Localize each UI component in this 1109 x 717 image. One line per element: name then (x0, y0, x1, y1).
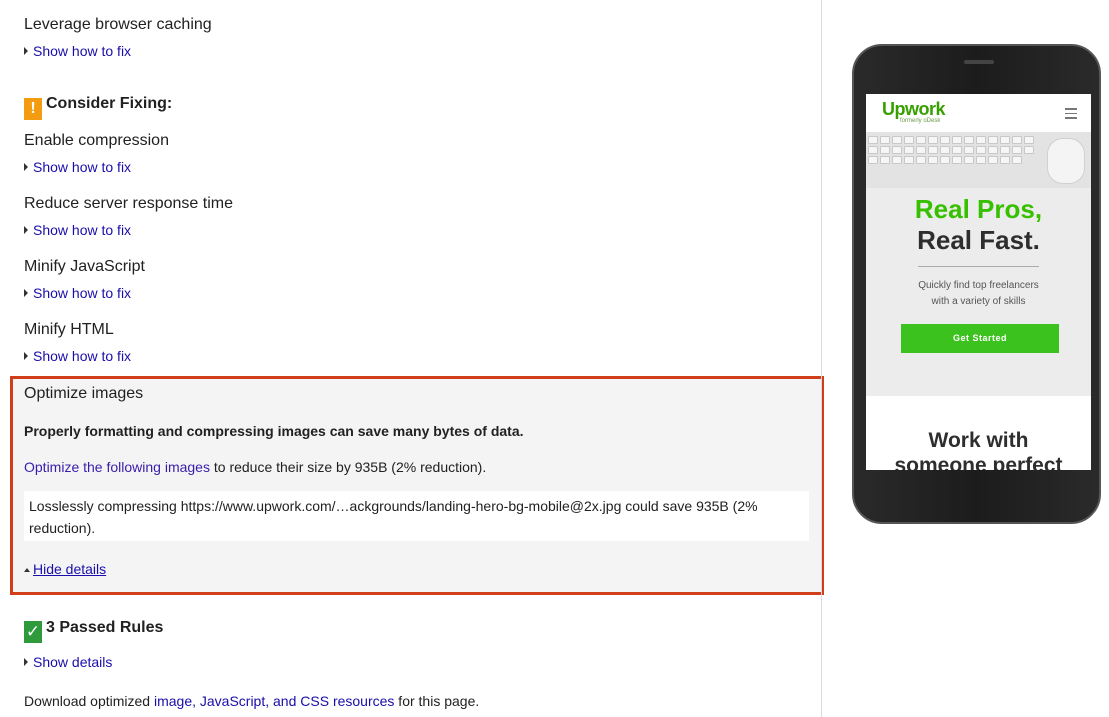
rule-title-enable-compression: Enable compression (24, 132, 169, 149)
hero-headline-1: Real Pros, (914, 194, 1043, 224)
show-how-to-fix-link[interactable]: Show how to fix (24, 348, 131, 364)
expand-triangle-icon (24, 226, 28, 234)
optimize-summary: Properly formatting and compressing imag… (24, 423, 524, 439)
collapse-triangle-icon (24, 568, 30, 572)
expand-triangle-icon (24, 47, 28, 55)
rule-title-leverage-caching: Leverage browser caching (24, 16, 212, 33)
expand-triangle-icon (24, 352, 28, 360)
panel-divider (821, 0, 822, 717)
rule-title-minify-html: Minify HTML (24, 321, 114, 338)
results-panel: Leverage browser caching Show how to fix… (0, 0, 824, 717)
work-with-heading: Work with someone perfect (894, 429, 1063, 470)
expand-triangle-icon (24, 658, 28, 666)
show-how-to-fix-link[interactable]: Show how to fix (24, 222, 131, 238)
optimize-description: Optimize the following images to reduce … (24, 459, 487, 475)
warning-icon: ! (24, 98, 42, 120)
phone-speaker (964, 60, 994, 64)
checkmark-icon: ✓ (24, 621, 42, 643)
expand-triangle-icon (24, 289, 28, 297)
download-optimized-text: Download optimized image, JavaScript, an… (24, 693, 480, 709)
consider-fixing-heading: ! Consider Fixing: (24, 95, 172, 120)
get-started-button: Get Started (901, 324, 1059, 353)
rule-title-minify-js: Minify JavaScript (24, 258, 145, 275)
mouse-image (1047, 138, 1085, 184)
optimize-images-link[interactable]: Optimize the following images (24, 459, 210, 475)
expand-triangle-icon (24, 163, 28, 171)
hero-headline-2: Real Fast. (917, 225, 1040, 255)
optimize-images-panel: Optimize images Properly formatting and … (10, 376, 824, 595)
optimize-detail-item: Losslessly compressing https://www.upwor… (24, 491, 809, 541)
show-how-to-fix-link[interactable]: Show how to fix (24, 285, 131, 301)
show-how-to-fix-link[interactable]: Show how to fix (24, 43, 131, 59)
upwork-logo: Upwork (882, 99, 946, 119)
hide-details-link[interactable]: Hide details (24, 561, 106, 577)
rule-title-server-response: Reduce server response time (24, 195, 233, 212)
hero-subtext: Quickly find top freelancers with a varie… (918, 280, 1039, 307)
hero-divider (918, 266, 1039, 267)
mobile-header: Upwork formerly oDesk (866, 94, 1091, 132)
mobile-screenshot: Upwork formerly oDesk Real Pros, Real Fa… (866, 94, 1091, 470)
show-details-link[interactable]: Show details (24, 654, 112, 670)
download-resources-link[interactable]: image, JavaScript, and CSS resources (154, 693, 394, 709)
logo-subtitle: formerly oDesk (900, 118, 941, 124)
passed-rules-heading: ✓ 3 Passed Rules (24, 619, 164, 643)
hamburger-menu-icon (1065, 108, 1077, 122)
rule-title-optimize-images: Optimize images (24, 385, 144, 402)
show-how-to-fix-link[interactable]: Show how to fix (24, 159, 131, 175)
mobile-preview-phone: Upwork formerly oDesk Real Pros, Real Fa… (852, 44, 1101, 524)
